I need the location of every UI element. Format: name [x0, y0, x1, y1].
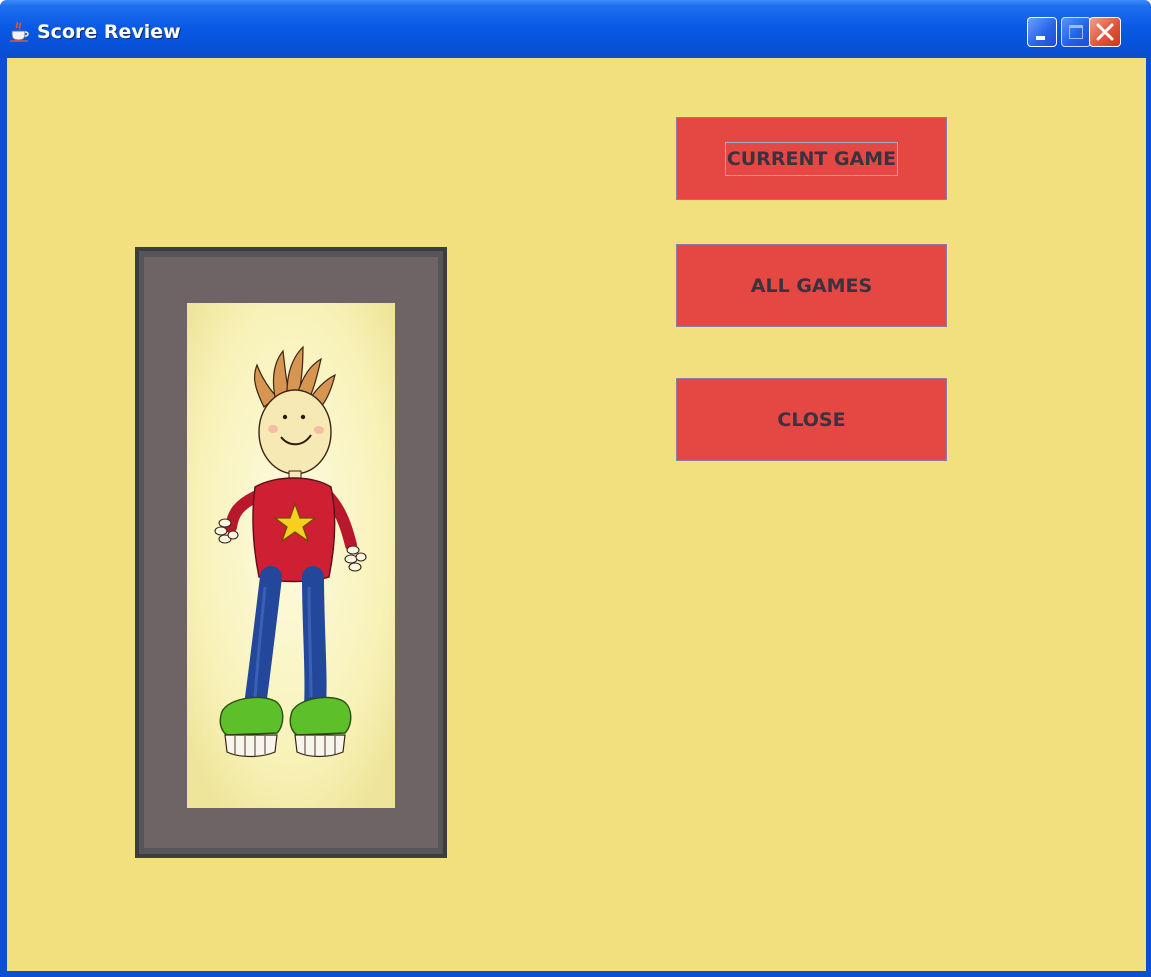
close-button[interactable]: CLOSE: [676, 378, 947, 461]
minimize-button[interactable]: [1027, 17, 1057, 47]
maximize-icon: [1069, 25, 1083, 39]
all-games-label: ALL GAMES: [750, 274, 873, 297]
score-review-window: Score Review CURRENT GAME ALL GAMES CLOS…: [0, 0, 1151, 977]
current-game-button[interactable]: CURRENT GAME: [676, 117, 947, 200]
maximize-button[interactable]: [1061, 17, 1091, 47]
current-game-label: CURRENT GAME: [724, 141, 899, 176]
client-area: CURRENT GAME ALL GAMES CLOSE: [7, 58, 1146, 971]
close-label: CLOSE: [777, 408, 846, 431]
all-games-button[interactable]: ALL GAMES: [676, 244, 947, 327]
minimize-icon: [1036, 36, 1045, 40]
framed-cartoon-boy-picture: [135, 247, 447, 858]
close-icon: [1096, 23, 1114, 41]
title-bar[interactable]: Score Review: [0, 0, 1151, 58]
window-title: Score Review: [37, 21, 181, 43]
java-coffee-cup-icon: [10, 21, 29, 42]
close-window-button[interactable]: [1089, 17, 1121, 47]
